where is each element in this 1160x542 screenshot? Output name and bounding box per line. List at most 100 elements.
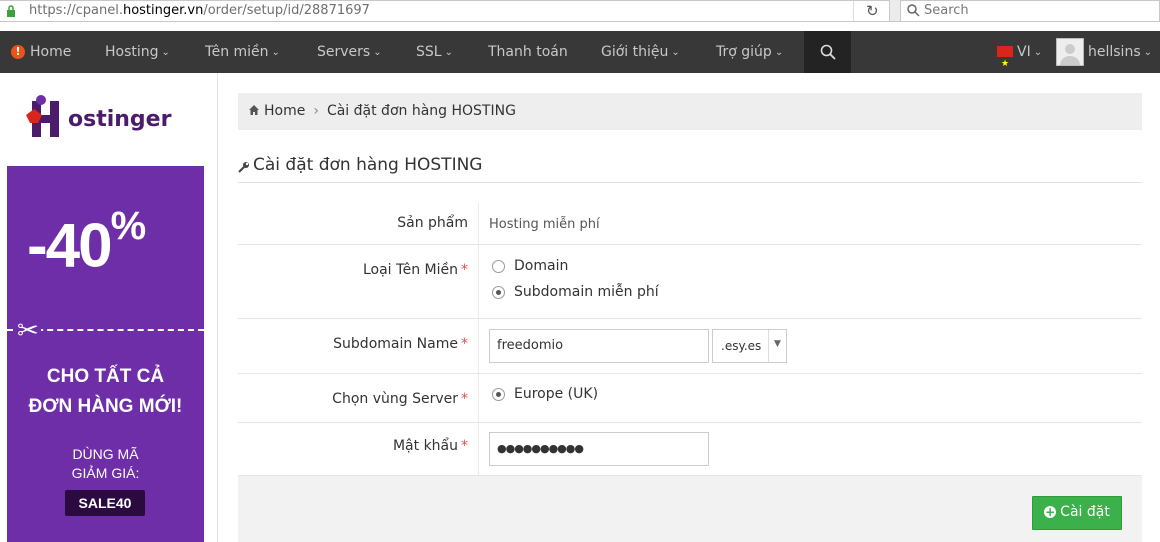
promo-code: SALE40 xyxy=(65,490,145,516)
password-label: Mật khẩu * xyxy=(238,438,478,454)
nav-servers[interactable]: Servers ⌄ xyxy=(317,31,382,73)
logo-text: ostinger xyxy=(68,107,172,132)
chevron-down-icon: ⌄ xyxy=(671,47,680,58)
server-label-text: Chọn vùng Server xyxy=(332,391,458,407)
chevron-down-icon: ⌄ xyxy=(161,47,170,58)
form-row-subdomain: Subdomain Name * freedomio .esy.es ▼ xyxy=(238,319,1142,374)
domain-type-label-text: Loại Tên Miền xyxy=(362,262,458,278)
search-icon xyxy=(820,44,836,60)
radio-subdomain-label: Subdomain miễn phí xyxy=(514,284,659,300)
chevron-down-icon: ⌄ xyxy=(271,47,280,58)
search-icon xyxy=(907,4,920,17)
required-mark: * xyxy=(461,438,468,454)
form-row-password: Mật khẩu * ●●●●●●●●●● xyxy=(238,423,1142,476)
breadcrumb-home[interactable]: Home xyxy=(264,103,305,119)
form-row-domain-type: Loại Tên Miền * Domain Subdomain miễn phí xyxy=(238,245,1142,319)
promo-sub-2: GIẢM GIÁ: xyxy=(71,465,140,481)
form-row-product: Sản phẩm Hosting miễn phí xyxy=(238,202,1142,245)
logo-h-icon xyxy=(26,95,59,137)
promo-banner[interactable]: -40% ✂ CHO TẤT CẢ ĐƠN HÀNG MỚI! DÙNG MÃ … xyxy=(7,166,204,542)
nav-domain-label: Tên miền xyxy=(205,44,269,60)
chevron-down-icon: ⌄ xyxy=(373,47,382,58)
radio-circle xyxy=(492,259,505,273)
username-label: hellsins xyxy=(1088,44,1141,60)
search-placeholder: Search xyxy=(924,3,969,18)
breadcrumb-current: Cài đặt đơn hàng HOSTING xyxy=(326,103,516,119)
wrench-icon xyxy=(238,162,249,173)
address-bar[interactable]: https://cpanel.hostinger.vn/order/setup/… xyxy=(0,0,890,22)
nav-about-label: Giới thiệu xyxy=(601,44,669,60)
chevron-down-icon: ⌄ xyxy=(1143,47,1153,58)
chevron-down-icon: ⌄ xyxy=(444,47,453,58)
breadcrumb-separator: › xyxy=(313,103,319,119)
nav-help[interactable]: Trợ giúp ⌄ xyxy=(716,31,783,73)
browser-toolbar: https://cpanel.hostinger.vn/order/setup/… xyxy=(0,0,1160,22)
password-label-text: Mật khẩu xyxy=(392,438,458,454)
radio-subdomain[interactable]: Subdomain miễn phí xyxy=(492,284,659,300)
nav-home-label: Home xyxy=(30,44,72,60)
required-mark: * xyxy=(461,262,468,278)
chevron-down-icon: ⌄ xyxy=(1033,47,1043,58)
url-text: https://cpanel.hostinger.vn/order/setup/… xyxy=(29,3,370,18)
user-menu[interactable]: hellsins ⌄ xyxy=(1088,31,1152,73)
subdomain-label: Subdomain Name * xyxy=(238,336,478,352)
promo-headline-2: ĐƠN HÀNG MỚI! xyxy=(28,396,183,417)
radio-server-label: Europe (UK) xyxy=(514,386,599,402)
plus-circle-icon: + xyxy=(1044,505,1057,519)
nav-domain[interactable]: Tên miền ⌄ xyxy=(205,31,280,73)
domain-suffix-select[interactable]: .esy.es ▼ xyxy=(712,329,787,363)
subdomain-label-text: Subdomain Name xyxy=(333,336,458,352)
vietnam-flag-icon xyxy=(997,43,1013,85)
nav-search-button[interactable] xyxy=(804,31,851,73)
page-title: Cài đặt đơn hàng HOSTING xyxy=(238,155,482,175)
radio-domain-label: Domain xyxy=(514,258,569,274)
nav-help-label: Trợ giúp xyxy=(716,44,772,60)
nav-payment[interactable]: Thanh toán xyxy=(488,31,568,73)
radio-circle-selected xyxy=(492,285,505,299)
product-label-text: Sản phẩm xyxy=(397,215,468,231)
dropdown-arrow-icon: ▼ xyxy=(768,330,786,362)
alert-icon: ! xyxy=(11,45,25,59)
domain-type-label: Loại Tên Miền * xyxy=(238,262,478,278)
lock-icon xyxy=(7,5,15,17)
hostinger-logo[interactable]: ostinger xyxy=(24,93,194,145)
chevron-down-icon: ⌄ xyxy=(774,47,784,58)
form-row-server: Chọn vùng Server * Europe (UK) xyxy=(238,374,1142,423)
nav-ssl[interactable]: SSL ⌄ xyxy=(416,31,453,73)
top-navigation: ! Home Hosting ⌄ Tên miền ⌄ Servers ⌄ SSL ⌄ T… xyxy=(0,31,1160,85)
radio-server-europe[interactable]: Europe (UK) xyxy=(492,386,598,402)
install-button[interactable]: + Cài đặt xyxy=(1032,496,1122,530)
breadcrumb: Home › Cài đặt đơn hàng HOSTING xyxy=(238,93,1142,130)
required-mark: * xyxy=(461,391,468,407)
avatar[interactable] xyxy=(1056,38,1084,66)
browser-search-input[interactable]: Search xyxy=(900,0,1160,22)
password-input[interactable]: ●●●●●●●●●● xyxy=(489,432,709,466)
nav-hosting[interactable]: Hosting ⌄ xyxy=(105,31,170,73)
subdomain-input[interactable]: freedomio xyxy=(489,329,709,363)
scissors-icon: ✂ xyxy=(15,316,41,346)
product-label: Sản phẩm xyxy=(238,215,478,231)
nav-ssl-label: SSL xyxy=(416,44,442,60)
nav-about[interactable]: Giới thiệu ⌄ xyxy=(601,31,680,73)
server-label: Chọn vùng Server * xyxy=(238,391,478,407)
domain-suffix-value: .esy.es xyxy=(721,339,762,353)
install-button-label: Cài đặt xyxy=(1060,504,1110,520)
required-mark: * xyxy=(461,336,468,352)
promo-discount: -40% xyxy=(27,204,146,282)
radio-domain[interactable]: Domain xyxy=(492,258,568,274)
radio-circle-selected xyxy=(492,387,505,401)
user-icon xyxy=(1060,44,1080,65)
page-title-text: Cài đặt đơn hàng HOSTING xyxy=(253,155,483,175)
reload-icon[interactable]: ↻ xyxy=(866,2,879,20)
nav-servers-label: Servers xyxy=(317,44,371,60)
language-label: VI xyxy=(1017,44,1031,60)
form-actions xyxy=(238,476,1142,542)
promo-sub-1: DÙNG MÃ xyxy=(72,446,139,462)
language-selector[interactable]: VI⌄ xyxy=(997,31,1043,85)
nav-payment-label: Thanh toán xyxy=(488,44,568,60)
home-icon xyxy=(249,105,259,115)
promo-headline-1: CHO TẤT CẢ xyxy=(46,366,165,387)
nav-hosting-label: Hosting xyxy=(105,44,159,60)
nav-home[interactable]: ! Home xyxy=(11,31,71,73)
promo-percent-sign: % xyxy=(110,204,147,248)
